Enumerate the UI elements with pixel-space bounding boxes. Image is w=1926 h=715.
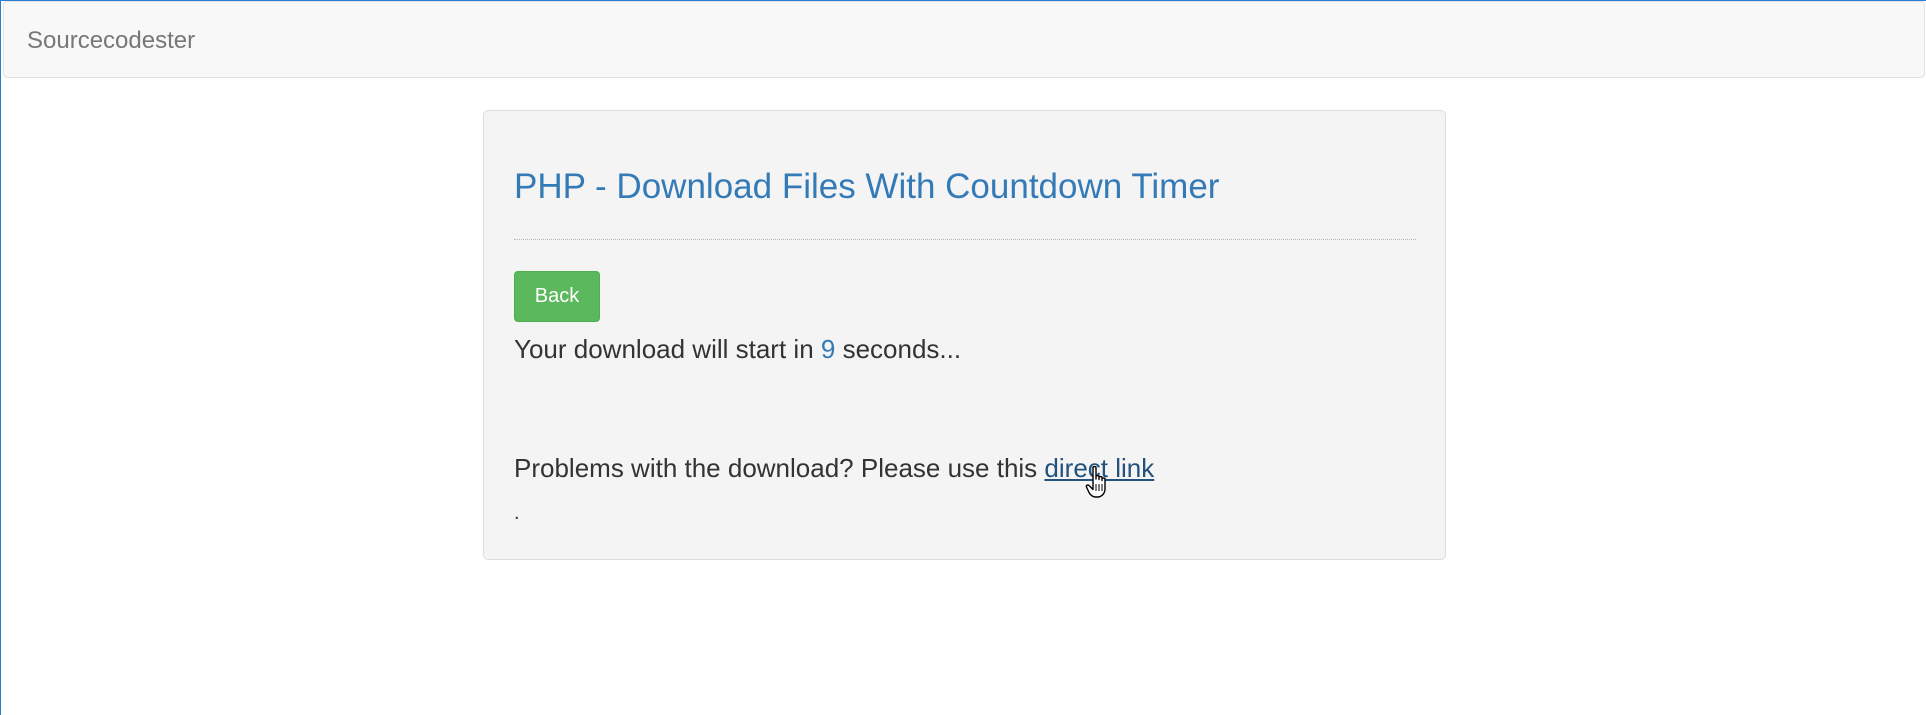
title-divider	[514, 239, 1416, 240]
navbar-brand[interactable]: Sourcecodester	[27, 2, 195, 79]
problem-message: Problems with the download? Please use t…	[514, 452, 1154, 484]
hand-pointer-icon	[1085, 465, 1106, 498]
browser-viewport: Sourcecodester PHP - Download Files With…	[0, 0, 1926, 715]
countdown-message: Your download will start in 9 seconds...	[514, 333, 961, 365]
back-button[interactable]: Back	[514, 271, 600, 322]
problem-text: Problems with the download? Please use t…	[514, 453, 1045, 483]
page-title: PHP - Download Files With Countdown Time…	[514, 167, 1220, 206]
countdown-suffix: seconds...	[835, 334, 962, 364]
navbar: Sourcecodester	[3, 1, 1925, 78]
trailing-period: .	[514, 502, 520, 524]
countdown-prefix: Your download will start in	[514, 334, 821, 364]
download-panel: PHP - Download Files With Countdown Time…	[483, 110, 1446, 560]
countdown-seconds: 9	[820, 334, 836, 364]
